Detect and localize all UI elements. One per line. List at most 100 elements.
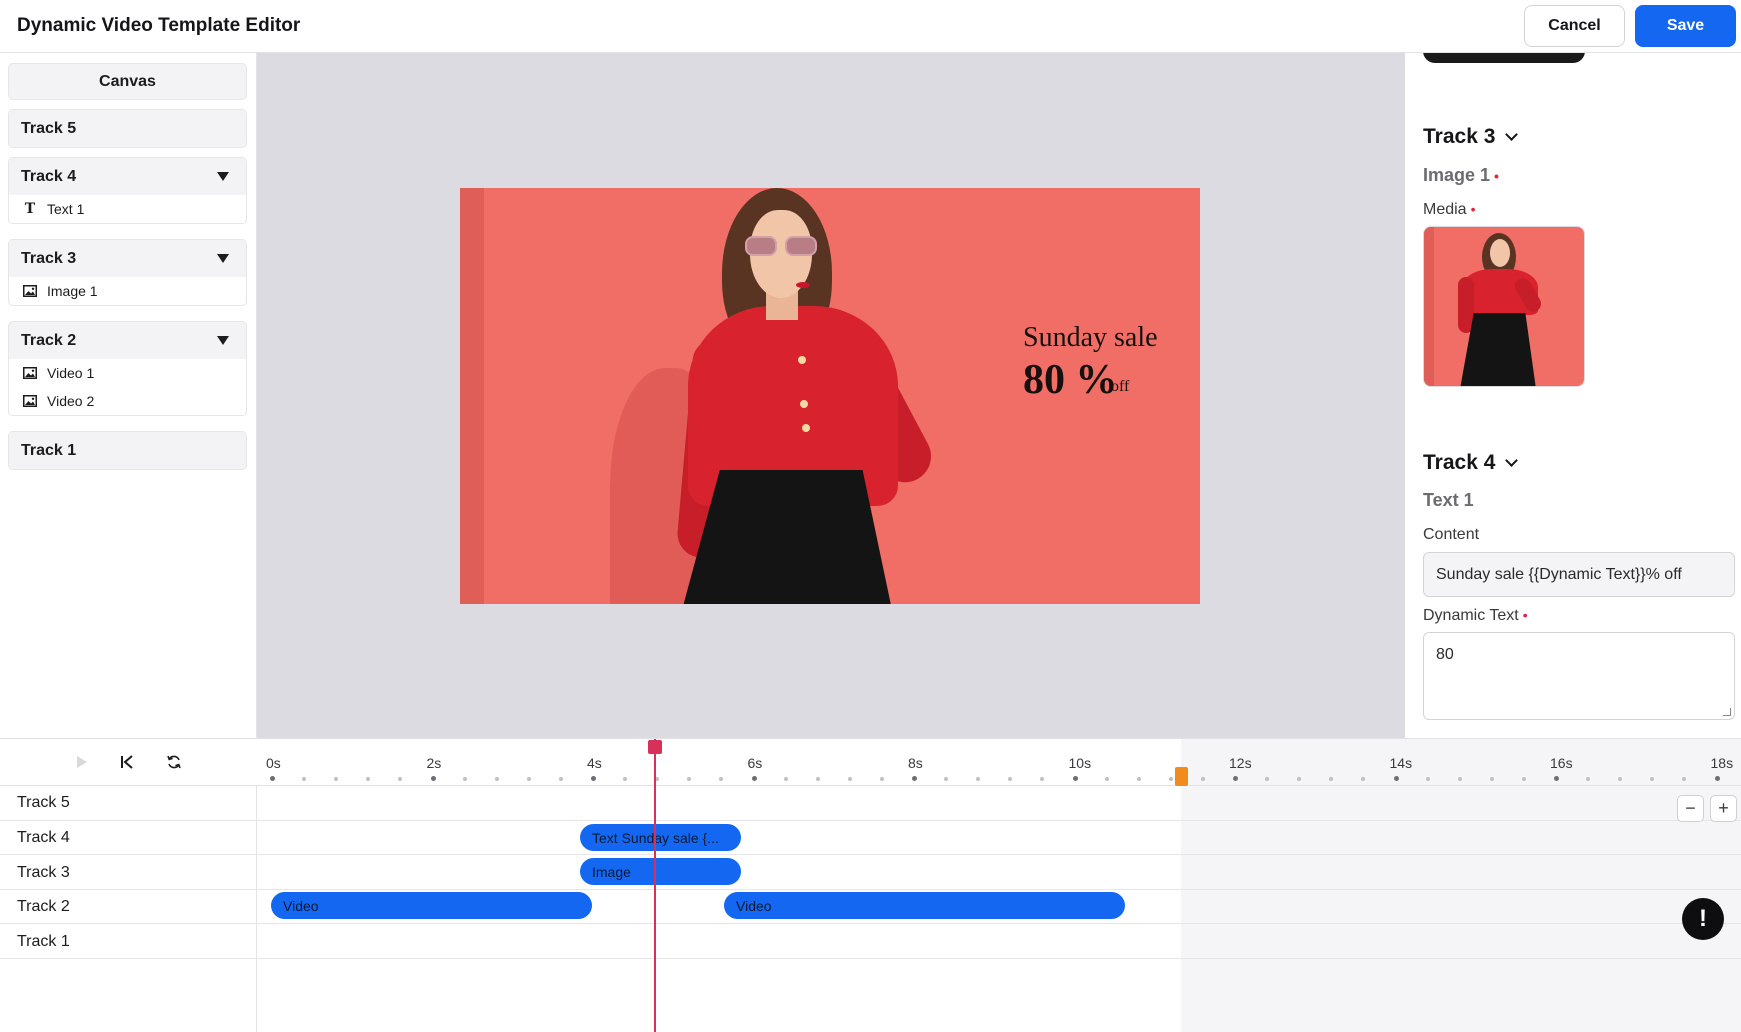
playhead-handle[interactable] xyxy=(648,740,662,754)
sidebar-item-label: Image 1 xyxy=(47,283,98,299)
sidebar-item-label: Video 2 xyxy=(47,393,95,409)
tick-dot xyxy=(1104,777,1109,781)
sidebar-track-label: Track 3 xyxy=(21,249,77,267)
timeline-row-label: Track 4 xyxy=(17,829,70,846)
tick-dot xyxy=(334,777,339,781)
zoom-out-button[interactable]: − xyxy=(1677,795,1704,822)
row-divider xyxy=(0,958,257,959)
tick-dot xyxy=(912,776,917,781)
timeline-end-marker[interactable] xyxy=(1175,767,1188,786)
row-divider xyxy=(257,889,1741,890)
play-icon[interactable] xyxy=(69,750,93,774)
sweater-button xyxy=(800,400,808,408)
row-divider xyxy=(257,820,1741,821)
caret-down-icon[interactable] xyxy=(217,172,229,181)
panel-peek-element xyxy=(1423,53,1585,63)
clip-track4-text[interactable]: Text Sunday sale {... xyxy=(580,824,741,851)
tick-dot xyxy=(1329,777,1334,781)
tick-dot xyxy=(1200,777,1205,781)
sidebar-track-header[interactable]: Track 1 xyxy=(9,432,246,469)
sidebar-track-5[interactable]: Track 5 xyxy=(8,109,247,148)
media-label-text: Media xyxy=(1423,201,1467,218)
timeline: Track 5 Track 4 Track 3 Track 2 Track 1 … xyxy=(0,738,1741,1032)
dynamic-text-input[interactable]: 80 xyxy=(1423,632,1735,720)
sidebar-item-label: Video 1 xyxy=(47,365,95,381)
preview-area: Sunday sale 80 % off xyxy=(257,53,1405,738)
tick-label: 14s xyxy=(1389,755,1413,771)
sale-value: 80 xyxy=(1023,357,1065,403)
sidebar-track-header[interactable]: Track 2 xyxy=(9,322,246,359)
sidebar-track-1[interactable]: Track 1 xyxy=(8,431,247,470)
sidebar-item-image-1[interactable]: Image 1 xyxy=(9,277,246,305)
image-icon xyxy=(23,285,37,297)
chevron-down-icon[interactable] xyxy=(1505,127,1519,141)
caret-down-icon[interactable] xyxy=(217,336,229,345)
content-label: Content xyxy=(1423,526,1480,543)
sale-percent-text[interactable]: 80 % xyxy=(1023,356,1118,404)
thumb-wall xyxy=(1424,227,1434,386)
tick-dot xyxy=(1425,777,1430,781)
tracks-sidebar: Canvas Track 5 Track 4 T Text 1 Track 3 … xyxy=(0,53,257,738)
zoom-in-button[interactable]: + xyxy=(1710,795,1737,822)
row-divider xyxy=(257,854,1741,855)
tick-dot xyxy=(1040,777,1045,781)
sidebar-item-video-2[interactable]: Video 2 xyxy=(9,387,246,415)
timeline-canvas[interactable]: 0s 2s 4s 6s 8s 10s 12s 14s 16s 18s Text Sunday sa… xyxy=(257,739,1741,1032)
properties-track-4-header[interactable]: Track 4 xyxy=(1423,451,1519,475)
tick-dot xyxy=(1682,777,1687,781)
properties-track-title: Track 3 xyxy=(1423,125,1496,148)
tick-dot xyxy=(1489,777,1494,781)
sunglasses-icon xyxy=(745,236,821,256)
save-button[interactable]: Save xyxy=(1635,5,1736,47)
sidebar-item-text-1[interactable]: T Text 1 xyxy=(9,195,246,223)
timeline-row-label: Track 1 xyxy=(17,933,70,950)
sidebar-track-header[interactable]: Track 3 xyxy=(9,240,246,277)
sidebar-track-header[interactable]: Track 4 xyxy=(9,158,246,195)
loop-icon[interactable] xyxy=(162,750,186,774)
sidebar-track-label: Track 4 xyxy=(21,167,77,185)
tick-label: 10s xyxy=(1068,755,1092,771)
tick-dot xyxy=(1586,777,1591,781)
sidebar-track-3[interactable]: Track 3 Image 1 xyxy=(8,239,247,306)
tick-dot xyxy=(1554,776,1559,781)
thumb-face xyxy=(1490,239,1510,267)
required-dot-icon: • xyxy=(1522,607,1528,623)
tick-dot xyxy=(591,776,596,781)
tick-dot xyxy=(944,777,949,781)
timeline-row-label: Track 2 xyxy=(17,898,70,915)
backdrop-wall xyxy=(460,188,484,604)
clip-track2-video-2[interactable]: Video xyxy=(724,892,1125,919)
row-divider xyxy=(0,923,257,924)
tick-label: 18s xyxy=(1710,755,1734,771)
content-field[interactable]: Sunday sale {{Dynamic Text}}% off xyxy=(1423,552,1735,597)
canvas-preview[interactable]: Sunday sale 80 % off xyxy=(460,188,1200,604)
tick-dot xyxy=(783,777,788,781)
sidebar-item-video-1[interactable]: Video 1 xyxy=(9,359,246,387)
media-thumbnail[interactable] xyxy=(1423,226,1585,387)
alert-icon[interactable]: ! xyxy=(1682,898,1724,940)
cancel-button[interactable]: Cancel xyxy=(1524,5,1625,47)
sidebar-track-4[interactable]: Track 4 T Text 1 xyxy=(8,157,247,224)
sidebar-track-header[interactable]: Track 5 xyxy=(9,110,246,147)
skip-to-start-icon[interactable] xyxy=(115,750,139,774)
sale-title-text[interactable]: Sunday sale xyxy=(1023,322,1158,354)
timeline-ruler[interactable]: 0s 2s 4s 6s 8s 10s 12s 14s 16s 18s xyxy=(257,739,1741,786)
tick-dot xyxy=(1457,777,1462,781)
clip-track3-image[interactable]: Image xyxy=(580,858,741,885)
sidebar-track-2[interactable]: Track 2 Video 1 Video 2 xyxy=(8,321,247,416)
tick-dot xyxy=(430,776,436,781)
playhead-line[interactable] xyxy=(654,739,656,1032)
tick-label: 16s xyxy=(1550,755,1573,771)
resize-handle-icon[interactable] xyxy=(1723,708,1731,716)
canvas-button[interactable]: Canvas xyxy=(8,63,247,100)
caret-down-icon[interactable] xyxy=(217,254,229,263)
properties-track-3-header[interactable]: Track 3 xyxy=(1423,125,1519,149)
tick-dot xyxy=(1168,777,1173,781)
clip-track2-video-1[interactable]: Video xyxy=(271,892,592,919)
media-label: Media • xyxy=(1423,201,1475,219)
sidebar-item-label: Text 1 xyxy=(47,201,85,217)
chevron-down-icon[interactable] xyxy=(1505,453,1519,467)
tick-dot xyxy=(494,777,499,781)
sweater-button xyxy=(802,424,810,432)
tick-dot xyxy=(1714,776,1720,781)
